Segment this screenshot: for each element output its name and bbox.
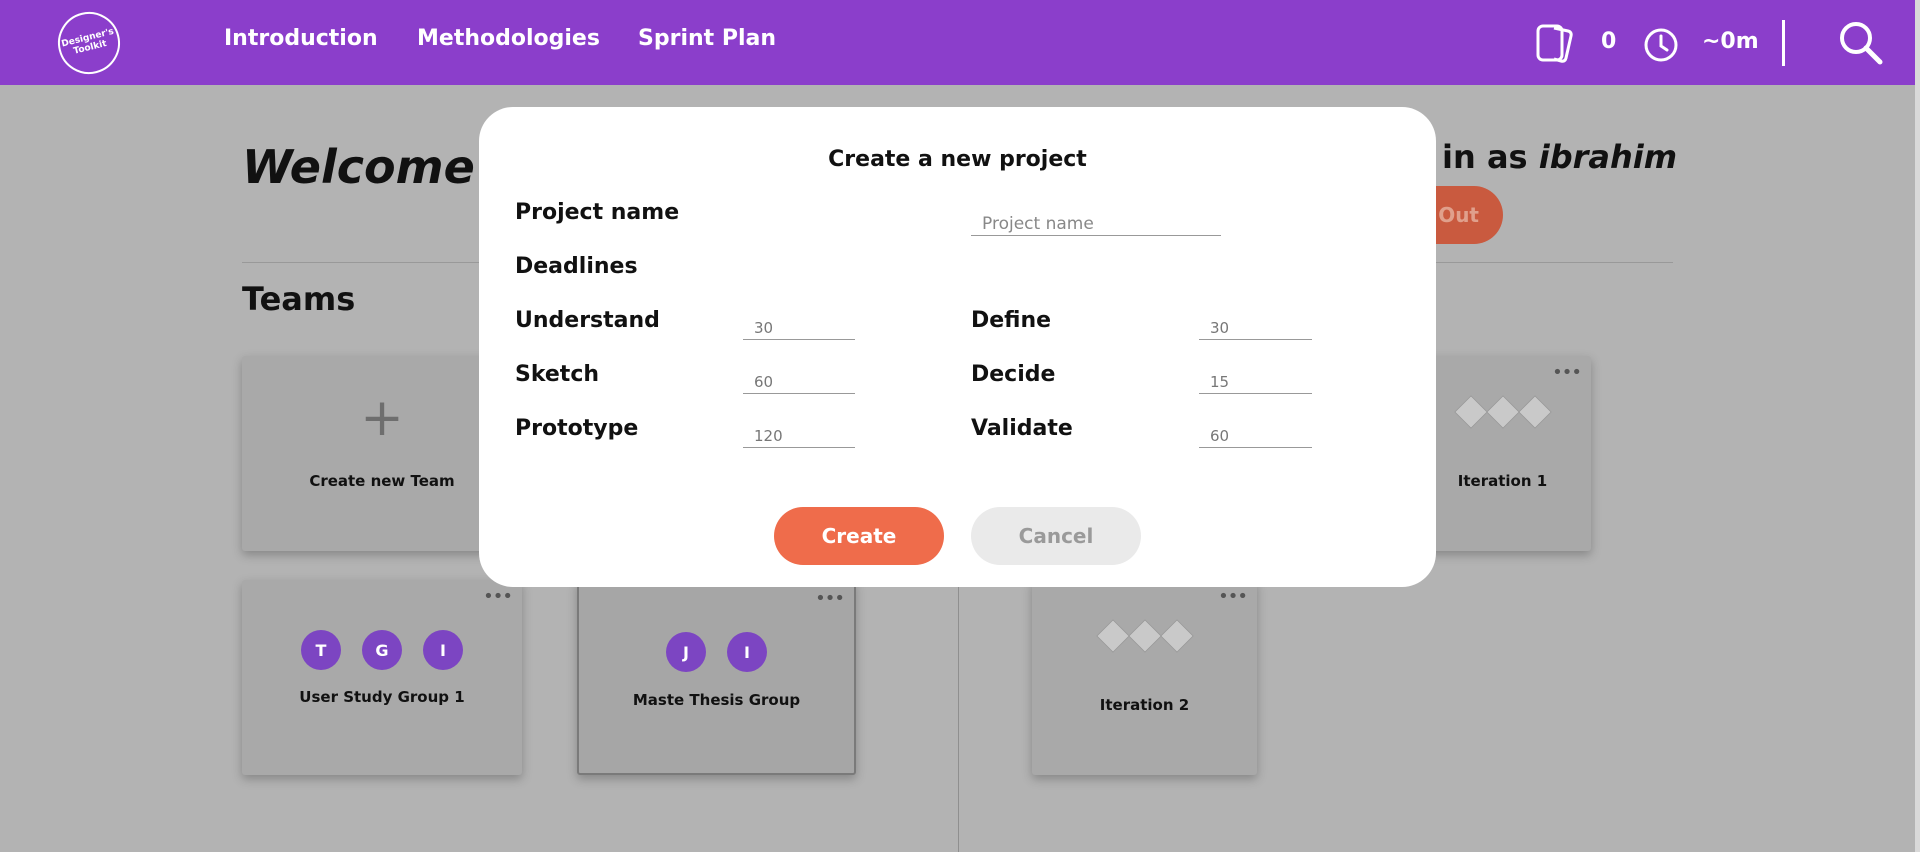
logged-in-text: d in as ibrahim	[1408, 138, 1677, 176]
column-divider	[958, 570, 959, 852]
scrollbar[interactable]	[1915, 0, 1920, 852]
team-members: J I	[579, 632, 854, 672]
nav-introduction[interactable]: Introduction	[224, 26, 378, 51]
nav-sprint-plan[interactable]: Sprint Plan	[638, 26, 776, 51]
avatar: J	[666, 632, 706, 672]
iteration-title: Iteration 1	[1457, 472, 1548, 490]
top-nav: Designer's Toolkit Introduction Methodol…	[0, 0, 1920, 85]
diamond-icon	[1485, 395, 1520, 429]
prototype-label: Prototype	[515, 416, 639, 441]
cancel-button[interactable]: Cancel	[971, 507, 1141, 565]
decide-label: Decide	[971, 362, 1056, 387]
prototype-deadline-input[interactable]	[743, 414, 855, 448]
project-name-label: Project name	[515, 200, 680, 225]
more-dots-icon[interactable]: •••	[483, 586, 513, 607]
nav-divider	[1782, 20, 1785, 66]
more-dots-icon[interactable]: •••	[1218, 586, 1248, 607]
more-dots-icon[interactable]: •••	[815, 588, 845, 609]
avatar: I	[423, 630, 463, 670]
username: ibrahim	[1538, 138, 1678, 176]
team-card[interactable]: ••• J I Maste Thesis Group	[577, 580, 856, 775]
validate-label: Validate	[971, 416, 1073, 441]
more-dots-icon[interactable]: •••	[1552, 362, 1582, 383]
logo-text: Designer's Toolkit	[60, 26, 115, 57]
search-icon[interactable]	[1838, 20, 1884, 66]
iteration-card[interactable]: ••• Iteration 1	[1414, 356, 1591, 551]
avatar: G	[362, 630, 402, 670]
define-deadline-input[interactable]	[1199, 306, 1312, 340]
diamond-icon	[1159, 619, 1194, 653]
diamond-icon	[1453, 395, 1488, 429]
diamond-icon	[1095, 619, 1130, 653]
dialog-title: Create a new project	[828, 147, 1087, 172]
create-project-dialog: Create a new project Project name Deadli…	[479, 107, 1436, 587]
clock-icon	[1644, 28, 1678, 62]
decide-deadline-input[interactable]	[1199, 360, 1312, 394]
team-name: User Study Group 1	[299, 688, 465, 706]
iteration-title: Iteration 2	[1099, 696, 1190, 714]
validate-deadline-input[interactable]	[1199, 414, 1312, 448]
iteration-progress	[1032, 619, 1257, 653]
project-name-input[interactable]	[971, 202, 1221, 236]
logo[interactable]: Designer's Toolkit	[51, 5, 127, 81]
iteration-card[interactable]: ••• Iteration 2	[1032, 580, 1257, 775]
time-value: ~0m	[1702, 29, 1759, 54]
understand-deadline-input[interactable]	[743, 306, 855, 340]
iteration-progress	[1414, 395, 1591, 429]
card-count: 0	[1601, 29, 1617, 54]
teams-heading: Teams	[242, 280, 356, 318]
create-button[interactable]: Create	[774, 507, 944, 565]
avatar: T	[301, 630, 341, 670]
sketch-label: Sketch	[515, 362, 600, 387]
welcome-heading: Welcome	[242, 140, 475, 194]
team-card[interactable]: ••• T G I User Study Group 1	[242, 580, 522, 775]
diamond-icon	[1127, 619, 1162, 653]
understand-label: Understand	[515, 308, 660, 333]
define-label: Define	[971, 308, 1052, 333]
avatar: I	[727, 632, 767, 672]
nav-methodologies[interactable]: Methodologies	[417, 26, 600, 51]
deadlines-label: Deadlines	[515, 254, 638, 279]
diamond-icon	[1517, 395, 1552, 429]
cards-icon	[1536, 24, 1573, 63]
team-name: Maste Thesis Group	[632, 691, 801, 709]
team-members: T G I	[242, 630, 522, 670]
sketch-deadline-input[interactable]	[743, 360, 855, 394]
